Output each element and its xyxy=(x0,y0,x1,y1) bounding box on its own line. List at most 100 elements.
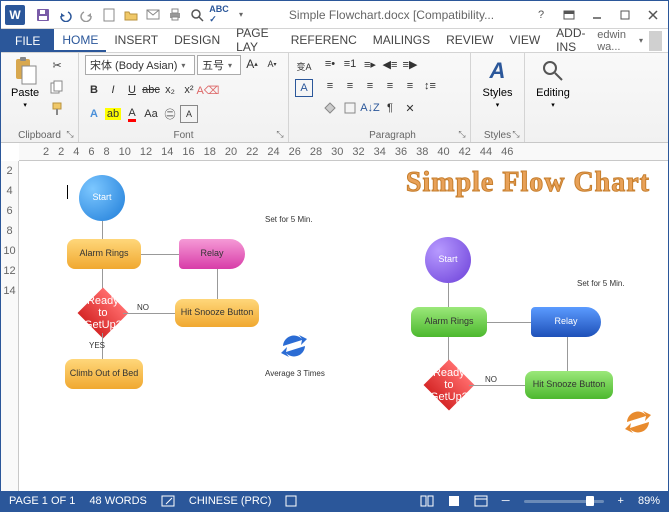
avatar[interactable] xyxy=(649,31,662,51)
text-effects-icon[interactable]: A xyxy=(85,105,103,123)
connector xyxy=(567,337,568,371)
view-read-icon[interactable] xyxy=(420,495,434,507)
distributed-icon[interactable]: ≡ xyxy=(401,77,419,95)
qat-customize-icon[interactable]: ▾ xyxy=(231,5,251,25)
align-left-icon[interactable]: ≡ xyxy=(321,77,339,95)
font-family-combo[interactable]: 宋体 (Body Asian)▾ xyxy=(85,55,195,75)
numbering-icon[interactable]: ≡1 xyxy=(341,55,359,73)
tab-design[interactable]: DESIGN xyxy=(166,29,228,52)
decrease-indent-icon[interactable]: ◀≡ xyxy=(381,55,399,73)
shape-climb-left: Climb Out of Bed xyxy=(65,359,143,389)
status-language[interactable]: CHINESE (PRC) xyxy=(189,495,272,507)
tab-mailings[interactable]: MAILINGS xyxy=(365,29,438,52)
qat-spelling-icon[interactable]: ABC✓ xyxy=(209,5,229,25)
view-web-icon[interactable] xyxy=(474,495,488,507)
qat-open-icon[interactable] xyxy=(121,5,141,25)
close-icon[interactable] xyxy=(640,5,666,25)
label-set-left: Set for 5 Min. xyxy=(265,215,313,224)
minimize-icon[interactable] xyxy=(584,5,610,25)
text-cursor xyxy=(67,185,68,199)
tab-references[interactable]: REFERENC xyxy=(283,29,365,52)
label-no-right: NO xyxy=(485,375,497,384)
document-canvas[interactable]: Simple Flow Chart Start Alarm Rings Rela… xyxy=(19,161,668,491)
bullets-icon[interactable]: ≡• xyxy=(321,55,339,73)
line-spacing-icon[interactable]: ↕≡ xyxy=(421,77,439,95)
tab-addins[interactable]: ADD-INS xyxy=(548,29,597,52)
bold-icon[interactable]: B xyxy=(85,81,103,99)
grow-font-icon[interactable]: A▴ xyxy=(243,55,261,73)
font-color-icon[interactable]: A xyxy=(123,105,141,123)
word-app-icon: W xyxy=(5,5,25,25)
ribbon-display-icon[interactable] xyxy=(556,5,582,25)
qat-new-icon[interactable] xyxy=(99,5,119,25)
qat-redo-icon[interactable] xyxy=(77,5,97,25)
status-page[interactable]: PAGE 1 OF 1 xyxy=(9,495,75,507)
zoom-slider[interactable] xyxy=(524,500,604,503)
phonetic-guide-icon[interactable]: 变A xyxy=(295,57,313,75)
tab-insert[interactable]: INSERT xyxy=(106,29,166,52)
shading-icon[interactable] xyxy=(321,99,339,117)
tab-file[interactable]: FILE xyxy=(1,29,54,52)
align-right-icon[interactable]: ≡ xyxy=(361,77,379,95)
increase-indent-icon[interactable]: ≡▶ xyxy=(401,55,419,73)
shape-relay-right: Relay xyxy=(531,307,601,337)
view-print-icon[interactable] xyxy=(448,495,460,507)
highlight-icon[interactable]: ab xyxy=(104,105,122,123)
qat-preview-icon[interactable] xyxy=(187,5,207,25)
status-words[interactable]: 48 WORDS xyxy=(89,495,146,507)
styles-launcher-icon[interactable]: ⤡ xyxy=(510,128,522,140)
ruler-horizontal[interactable]: 2246810121416182022242628303234363840424… xyxy=(19,143,668,161)
shape-ready-left: Ready to GetUp? xyxy=(78,288,129,339)
copy-icon[interactable] xyxy=(47,77,67,97)
subscript-icon[interactable]: x₂ xyxy=(161,81,179,99)
format-painter-icon[interactable] xyxy=(47,99,67,119)
font-size-combo[interactable]: 五号▾ xyxy=(197,55,241,75)
status-spellcheck-icon[interactable] xyxy=(161,495,175,507)
qat-undo-icon[interactable] xyxy=(55,5,75,25)
zoom-in-icon[interactable]: + xyxy=(618,495,624,507)
shape-hit-left: Hit Snooze Button xyxy=(175,299,259,327)
connector xyxy=(487,322,531,323)
cycle-arrows-icon-orange xyxy=(621,405,655,439)
help-icon[interactable]: ? xyxy=(528,5,554,25)
borders-icon[interactable] xyxy=(341,99,359,117)
tab-view[interactable]: VIEW xyxy=(501,29,548,52)
qat-quickprint-icon[interactable] xyxy=(165,5,185,25)
change-case-icon[interactable]: Aa xyxy=(142,105,160,123)
paste-button[interactable]: Paste ▾ xyxy=(7,55,43,111)
font-launcher-icon[interactable]: ⤡ xyxy=(274,128,286,140)
enclose-char-icon[interactable]: ㊁ xyxy=(161,105,179,123)
qat-email-icon[interactable] xyxy=(143,5,163,25)
multilevel-icon[interactable]: ≡▸ xyxy=(361,55,379,73)
zoom-level[interactable]: 89% xyxy=(638,495,660,507)
clipboard-launcher-icon[interactable]: ⤡ xyxy=(64,128,76,140)
editing-button[interactable]: Editing ▾ xyxy=(531,55,575,111)
char-shading-icon[interactable]: A xyxy=(295,79,313,97)
zoom-out-icon[interactable]: ─ xyxy=(502,495,510,507)
italic-icon[interactable]: I xyxy=(104,81,122,99)
qat-save-icon[interactable] xyxy=(33,5,53,25)
char-border-icon[interactable]: A xyxy=(180,105,198,123)
editing-label: Editing xyxy=(536,87,570,99)
maximize-icon[interactable] xyxy=(612,5,638,25)
ruler-vertical[interactable]: 2468101214 xyxy=(1,161,19,491)
styles-button[interactable]: A Styles ▾ xyxy=(477,55,518,111)
user-name[interactable]: edwin wa... xyxy=(597,29,633,53)
tab-pagelayout[interactable]: PAGE LAY xyxy=(228,29,283,52)
paragraph-launcher-icon[interactable]: ⤡ xyxy=(456,128,468,140)
tab-home[interactable]: HOME xyxy=(54,29,106,52)
show-marks-icon[interactable]: ¶ xyxy=(381,99,399,117)
superscript-icon[interactable]: x² xyxy=(180,81,198,99)
clear-format-icon[interactable]: A⌫ xyxy=(199,81,217,99)
cut-icon[interactable]: ✂ xyxy=(47,55,67,75)
shrink-font-icon[interactable]: A▾ xyxy=(263,55,281,73)
justify-icon[interactable]: ≡ xyxy=(381,77,399,95)
paste-icon xyxy=(11,57,39,85)
asian-layout-icon[interactable]: ✕ xyxy=(401,99,419,117)
underline-icon[interactable]: U xyxy=(123,81,141,99)
tab-review[interactable]: REVIEW xyxy=(438,29,501,52)
strikethrough-icon[interactable]: abc xyxy=(142,81,160,99)
sort-icon[interactable]: A↓Z xyxy=(361,99,379,117)
status-macro-icon[interactable] xyxy=(285,495,297,507)
align-center-icon[interactable]: ≡ xyxy=(341,77,359,95)
